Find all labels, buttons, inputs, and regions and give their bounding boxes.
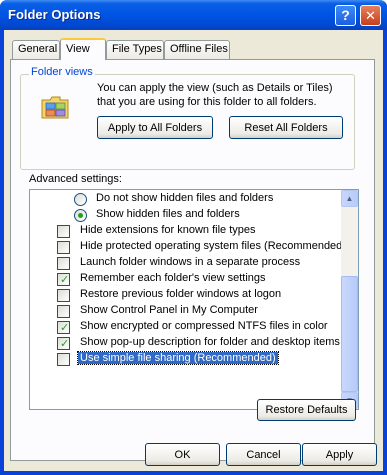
checkbox[interactable] <box>57 257 70 270</box>
tab-view[interactable]: View <box>60 38 106 60</box>
list-item[interactable]: ✓ Show encrypted or compressed NTFS file… <box>30 319 340 335</box>
scroll-up-arrow-icon[interactable]: ▲ <box>341 190 358 207</box>
checkbox[interactable]: ✓ <box>57 321 70 334</box>
list-item[interactable]: Hide extensions for known file types <box>30 223 340 239</box>
reset-all-folders-button[interactable]: Reset All Folders <box>229 116 343 139</box>
check-mark-icon: ✓ <box>60 338 70 350</box>
list-item[interactable]: ✓ Show pop-up description for folder and… <box>30 335 340 351</box>
checkbox[interactable] <box>57 241 70 254</box>
list-item[interactable]: ✓ Remember each folder's view settings <box>30 271 340 287</box>
check-mark-icon: ✓ <box>60 274 70 286</box>
list-item[interactable]: Show Control Panel in My Computer <box>30 303 340 319</box>
vertical-scrollbar[interactable]: ▲ ▼ <box>341 190 358 409</box>
list-item-label: Hide protected operating system files (R… <box>80 240 346 252</box>
title-bar[interactable]: Folder Options ? ✕ <box>0 0 387 30</box>
dialog-body: General View File Types Offline Files Fo… <box>4 30 383 471</box>
list-item-label: Use simple file sharing (Recommended) <box>77 351 279 365</box>
folder-views-legend: Folder views <box>29 66 95 78</box>
checkbox[interactable] <box>57 353 70 366</box>
checkbox[interactable] <box>57 225 70 238</box>
check-mark-icon: ✓ <box>60 322 70 334</box>
scroll-thumb[interactable] <box>341 276 358 392</box>
list-item[interactable]: Restore previous folder windows at logon <box>30 287 340 303</box>
cancel-button[interactable]: Cancel <box>226 443 301 466</box>
list-item-label: Restore previous folder windows at logon <box>80 288 282 300</box>
list-item[interactable]: Show hidden files and folders <box>30 207 340 223</box>
checkbox[interactable]: ✓ <box>57 273 70 286</box>
restore-defaults-button[interactable]: Restore Defaults <box>257 399 356 421</box>
list-item-label: Remember each folder's view settings <box>80 272 266 284</box>
tab-file-types[interactable]: File Types <box>106 40 164 59</box>
advanced-settings-label: Advanced settings: <box>29 173 122 185</box>
help-button[interactable]: ? <box>335 5 356 26</box>
list-item-label: Show Control Panel in My Computer <box>80 304 258 316</box>
radio-button[interactable] <box>74 193 87 206</box>
radio-button[interactable] <box>74 209 87 222</box>
tab-offline-files[interactable]: Offline Files <box>164 40 230 59</box>
list-item[interactable]: Launch folder windows in a separate proc… <box>30 255 340 271</box>
list-item-label: Show encrypted or compressed NTFS files … <box>80 320 328 332</box>
list-item-label: Launch folder windows in a separate proc… <box>80 256 301 268</box>
list-item-label: Show hidden files and folders <box>96 208 240 220</box>
tab-general[interactable]: General <box>12 40 60 59</box>
ok-button[interactable]: OK <box>145 443 220 466</box>
radio-dot <box>78 213 83 218</box>
list-item[interactable]: Hide protected operating system files (R… <box>30 239 346 255</box>
list-item-label: Show pop-up description for folder and d… <box>80 336 340 348</box>
advanced-settings-list[interactable]: Do not show hidden files and folders Sho… <box>29 189 359 410</box>
checkbox[interactable] <box>57 305 70 318</box>
folder-views-description: You can apply the view (such as Details … <box>97 82 333 108</box>
checkbox[interactable]: ✓ <box>57 337 70 350</box>
close-button[interactable]: ✕ <box>360 5 381 26</box>
folder-options-window: Folder Options ? ✕ General View File Typ… <box>0 0 387 475</box>
checkbox[interactable] <box>57 289 70 302</box>
list-item-label: Do not show hidden files and folders <box>96 192 274 204</box>
list-item[interactable]: Use simple file sharing (Recommended) <box>30 351 340 367</box>
folder-views-icon <box>41 96 69 119</box>
list-item[interactable]: Do not show hidden files and folders <box>30 191 340 207</box>
apply-to-all-folders-button[interactable]: Apply to All Folders <box>97 116 213 139</box>
list-item-label: Hide extensions for known file types <box>80 224 256 236</box>
apply-button[interactable]: Apply <box>302 443 377 466</box>
window-title: Folder Options <box>8 7 101 22</box>
